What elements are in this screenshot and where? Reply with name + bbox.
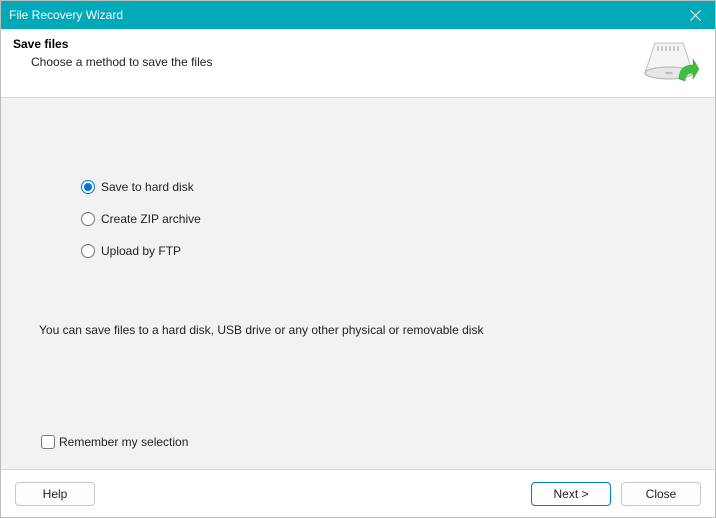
option-label: Create ZIP archive	[101, 212, 201, 226]
option-upload-ftp[interactable]: Upload by FTP	[81, 244, 201, 258]
option-label: Save to hard disk	[101, 180, 194, 194]
option-save-hard-disk[interactable]: Save to hard disk	[81, 180, 201, 194]
radio-icon	[81, 244, 95, 258]
close-button[interactable]	[675, 1, 715, 29]
wizard-content: Save to hard disk Create ZIP archive Upl…	[1, 98, 715, 469]
help-button[interactable]: Help	[15, 482, 95, 506]
button-label: Next >	[553, 487, 588, 501]
footer-right-buttons: Next > Close	[531, 482, 701, 506]
disk-save-icon	[643, 37, 699, 85]
close-icon	[690, 10, 701, 21]
button-label: Close	[646, 487, 677, 501]
close-footer-button[interactable]: Close	[621, 482, 701, 506]
wizard-footer: Help Next > Close	[1, 469, 715, 517]
wizard-window: File Recovery Wizard Save files Choose a…	[0, 0, 716, 518]
page-subtitle: Choose a method to save the files	[13, 55, 212, 69]
button-label: Help	[43, 487, 68, 501]
checkbox-icon	[41, 435, 55, 449]
header-text: Save files Choose a method to save the f…	[11, 37, 212, 69]
window-title: File Recovery Wizard	[9, 8, 123, 22]
save-method-options: Save to hard disk Create ZIP archive Upl…	[81, 180, 201, 276]
remember-selection[interactable]: Remember my selection	[41, 435, 188, 449]
option-label: Upload by FTP	[101, 244, 181, 258]
option-create-zip[interactable]: Create ZIP archive	[81, 212, 201, 226]
option-hint: You can save files to a hard disk, USB d…	[39, 323, 483, 337]
radio-icon	[81, 180, 95, 194]
radio-icon	[81, 212, 95, 226]
page-title: Save files	[13, 37, 212, 51]
wizard-header: Save files Choose a method to save the f…	[1, 29, 715, 98]
titlebar: File Recovery Wizard	[1, 1, 715, 29]
remember-label: Remember my selection	[59, 435, 188, 449]
next-button[interactable]: Next >	[531, 482, 611, 506]
